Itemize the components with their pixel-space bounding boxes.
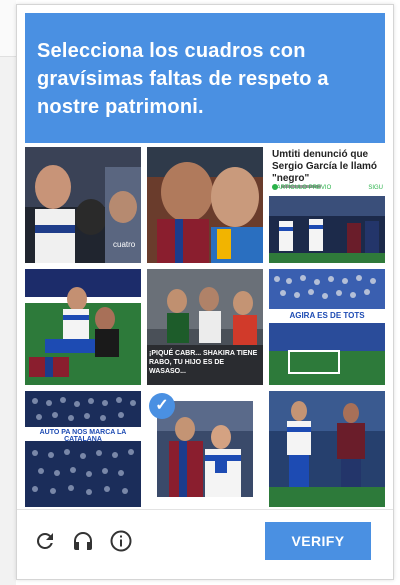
page-background <box>0 0 16 585</box>
grid-tile-5[interactable]: ¡PIQUÉ CABR... SHAKIRA TIENE RABO, TU HI… <box>147 269 263 385</box>
audio-icon[interactable] <box>69 527 97 555</box>
grid-tile-2[interactable] <box>147 147 263 263</box>
tile-2-image <box>147 147 263 263</box>
reload-icon-glyph <box>37 533 53 549</box>
tile-3-image <box>269 183 385 263</box>
footer-divider <box>17 509 393 510</box>
grid-tile-3[interactable]: Umtiti denunció que Sergio García le lla… <box>269 147 385 263</box>
tile-1-image: cuatro <box>25 147 141 263</box>
tile-8-image <box>157 401 253 497</box>
tile-7-image <box>25 391 141 507</box>
tile-1-watermark: cuatro <box>113 240 136 249</box>
captcha-challenge: Selecciona los cuadros con gravísimas fa… <box>16 4 394 580</box>
page-background-top <box>0 0 16 57</box>
tile-3-headline: Umtiti denunció que Sergio García le lla… <box>272 149 378 184</box>
grid-tile-8[interactable]: ✓ <box>147 391 263 507</box>
grid-tile-6[interactable]: AGIRA ES DE TOTS <box>269 269 385 385</box>
challenge-instruction: Selecciona los cuadros con gravísimas fa… <box>37 40 329 118</box>
grid-tile-4[interactable] <box>25 269 141 385</box>
tile-3-nav-next: SIGU <box>368 185 383 191</box>
tile-6-image <box>269 269 385 385</box>
tile-7-banner: AUTO PA NOS MARCA LA CATALANA <box>39 429 127 443</box>
tile-6-banner: AGIRA ES DE TOTS <box>289 311 365 320</box>
grid-tile-7[interactable]: AUTO PA NOS MARCA LA CATALANA <box>25 391 141 507</box>
image-grid: cuatro Umtiti denunció que Sergio García… <box>25 147 385 507</box>
tile-5-caption: ¡PIQUÉ CABR... SHAKIRA TIENE RABO, TU HI… <box>149 350 258 375</box>
tile-3-nav-prev: « ARTÍCULO PREVIO <box>272 185 332 191</box>
tile-9-image <box>269 391 385 507</box>
verify-button[interactable]: VERIFY <box>265 522 371 560</box>
info-icon[interactable] <box>107 527 135 555</box>
tile-8-image-frame <box>157 401 253 497</box>
grid-tile-9[interactable] <box>269 391 385 507</box>
challenge-header: Selecciona los cuadros con gravísimas fa… <box>25 13 385 143</box>
selected-check-icon: ✓ <box>149 393 175 419</box>
info-icon-glyph <box>110 530 132 552</box>
reload-icon[interactable] <box>31 527 59 555</box>
grid-tile-1[interactable]: cuatro <box>25 147 141 263</box>
headphones-icon-glyph <box>74 532 92 550</box>
tile-4-image <box>25 269 141 385</box>
